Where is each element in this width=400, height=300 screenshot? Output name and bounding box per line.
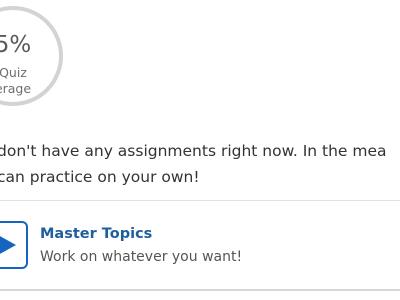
master-topics-card[interactable]: Master Topics Work on whatever you want! [0,201,400,287]
master-topics-subtitle: Work on whatever you want! [40,249,243,265]
message-line2: can practice on your own! [0,168,200,186]
quiz-average-ring: 5% Quiz erage [0,6,63,106]
page: 5% Quiz erage don't have any assignments… [0,0,400,300]
quiz-average-label-line2: erage [0,81,32,96]
quiz-average-value: 5% [0,32,32,58]
play-icon[interactable] [0,221,28,269]
quiz-average-label: Quiz erage [0,65,59,97]
message-line1: don't have any assignments right now. In… [0,142,387,160]
play-icon-glyph [0,236,16,254]
bottom-divider [0,289,400,291]
master-topics-title[interactable]: Master Topics [40,224,152,244]
no-assignments-message: don't have any assignments right now. In… [0,138,400,190]
quiz-average-label-line1: Quiz [0,65,27,80]
